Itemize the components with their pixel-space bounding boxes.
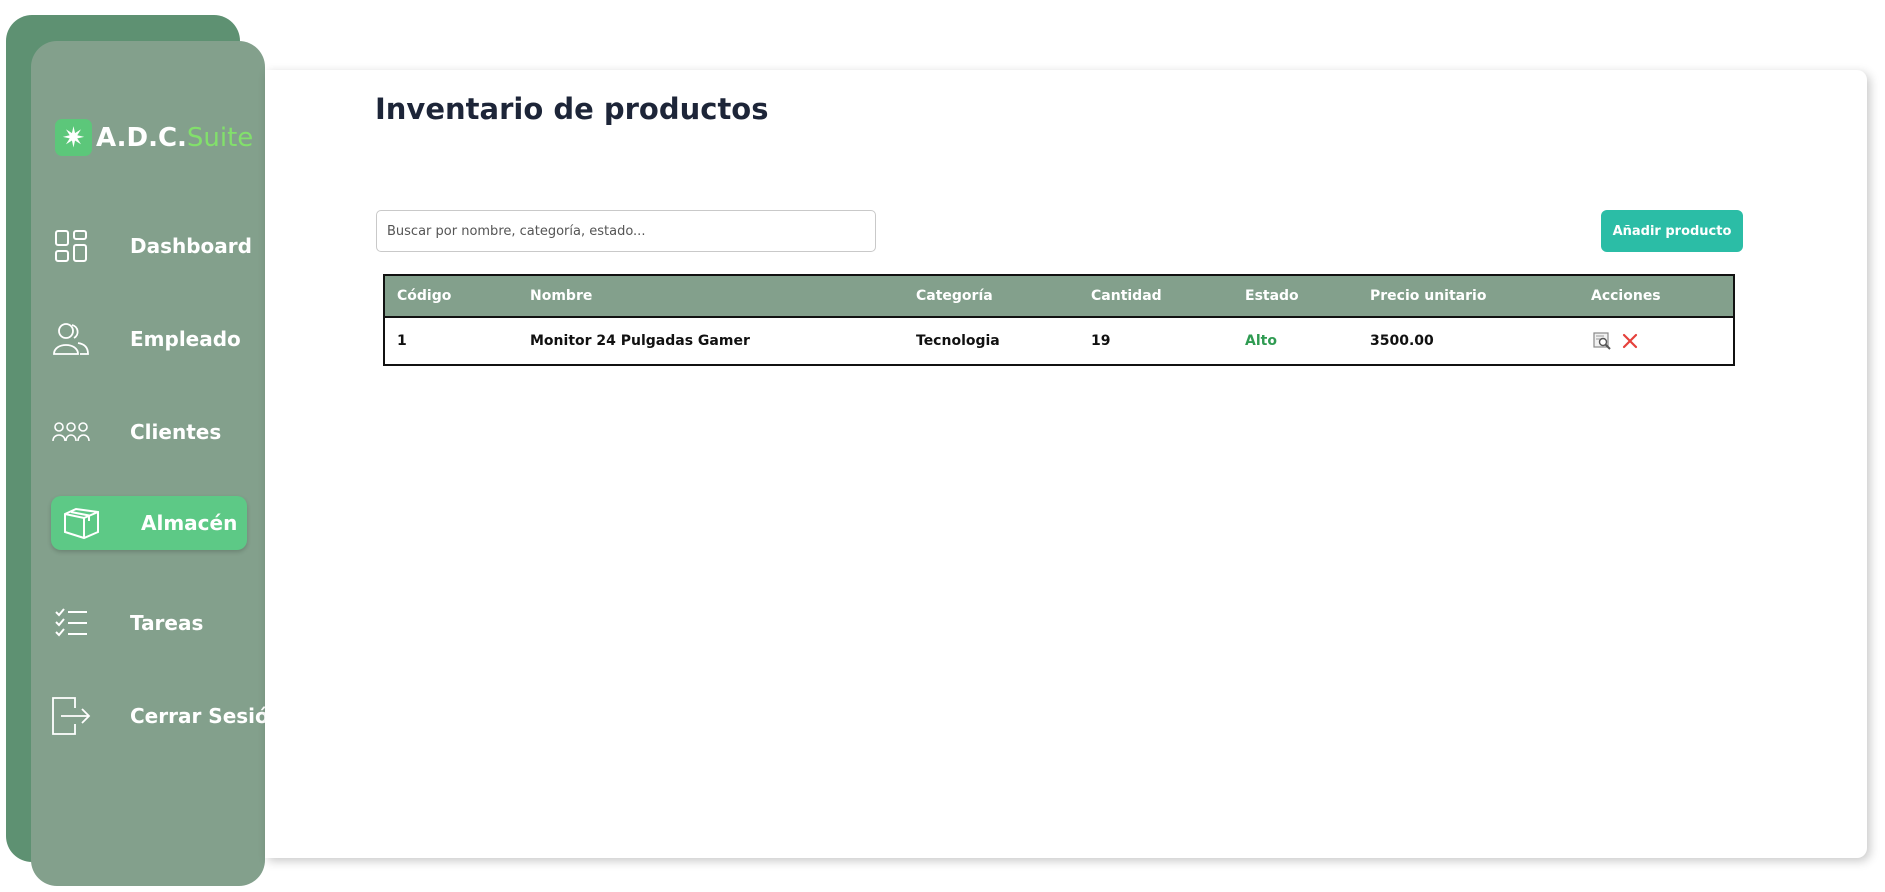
sidebar-item-label: Cerrar Sesión: [130, 704, 283, 728]
tasks-checklist-icon: [51, 603, 91, 643]
cell-categoria: Tecnologia: [916, 333, 1000, 349]
table-header: Código Nombre Categoría Cantidad Estado …: [385, 276, 1733, 318]
header-acciones: Acciones: [1591, 288, 1661, 304]
sidebar-item-almacen[interactable]: Almacén: [51, 496, 247, 550]
employee-icon: [51, 319, 91, 359]
brand-name-main: A.D.C.: [96, 122, 187, 153]
inventory-table: Código Nombre Categoría Cantidad Estado …: [383, 274, 1735, 366]
sparkle-logo-icon: ✷: [55, 119, 92, 156]
main-panel: [265, 70, 1867, 858]
sidebar-item-cerrar-sesion[interactable]: Cerrar Sesión: [51, 689, 283, 743]
sidebar-item-dashboard[interactable]: Dashboard: [51, 219, 252, 273]
header-cantidad[interactable]: Cantidad: [1091, 276, 1162, 316]
cell-codigo: 1: [397, 333, 407, 349]
brand-logo[interactable]: ✷ A.D.C. Suite: [55, 119, 253, 156]
sidebar-item-label: Dashboard: [130, 234, 252, 258]
sidebar-item-label: Clientes: [130, 420, 222, 444]
logout-icon: [51, 696, 91, 736]
table-row: 1 Monitor 24 Pulgadas Gamer Tecnologia 1…: [385, 318, 1733, 364]
cell-nombre: Monitor 24 Pulgadas Gamer: [530, 333, 750, 349]
header-codigo[interactable]: Código: [397, 276, 451, 316]
add-product-button[interactable]: Añadir producto: [1601, 210, 1743, 252]
dashboard-icon: [51, 226, 91, 266]
search-input[interactable]: [376, 210, 876, 252]
cell-acciones: [1591, 318, 1647, 364]
header-nombre[interactable]: Nombre: [530, 276, 592, 316]
delete-x-icon[interactable]: [1619, 330, 1641, 352]
sidebar-item-empleado[interactable]: Empleado: [51, 312, 247, 366]
cell-precio: 3500.00: [1370, 333, 1434, 349]
warehouse-box-icon: [61, 503, 101, 543]
sidebar-item-clientes[interactable]: Clientes: [51, 405, 247, 459]
brand-name-accent: Suite: [186, 122, 254, 153]
header-estado[interactable]: Estado: [1245, 276, 1299, 316]
cell-cantidad: 19: [1091, 333, 1111, 349]
view-edit-icon[interactable]: [1591, 330, 1613, 352]
clients-icon: [51, 412, 91, 452]
sidebar-item-label: Empleado: [130, 327, 241, 351]
header-precio[interactable]: Precio unitario: [1370, 276, 1486, 316]
sidebar-item-tareas[interactable]: Tareas: [51, 596, 247, 650]
sidebar-item-label: Tareas: [130, 611, 204, 635]
sidebar-item-label: Almacén: [141, 511, 238, 535]
header-categoria[interactable]: Categoría: [916, 276, 993, 316]
status-badge: Alto: [1245, 333, 1277, 349]
page-title: Inventario de productos: [375, 92, 769, 126]
sidebar: ✷ A.D.C. Suite Dashboard Empleado Client…: [31, 41, 283, 886]
